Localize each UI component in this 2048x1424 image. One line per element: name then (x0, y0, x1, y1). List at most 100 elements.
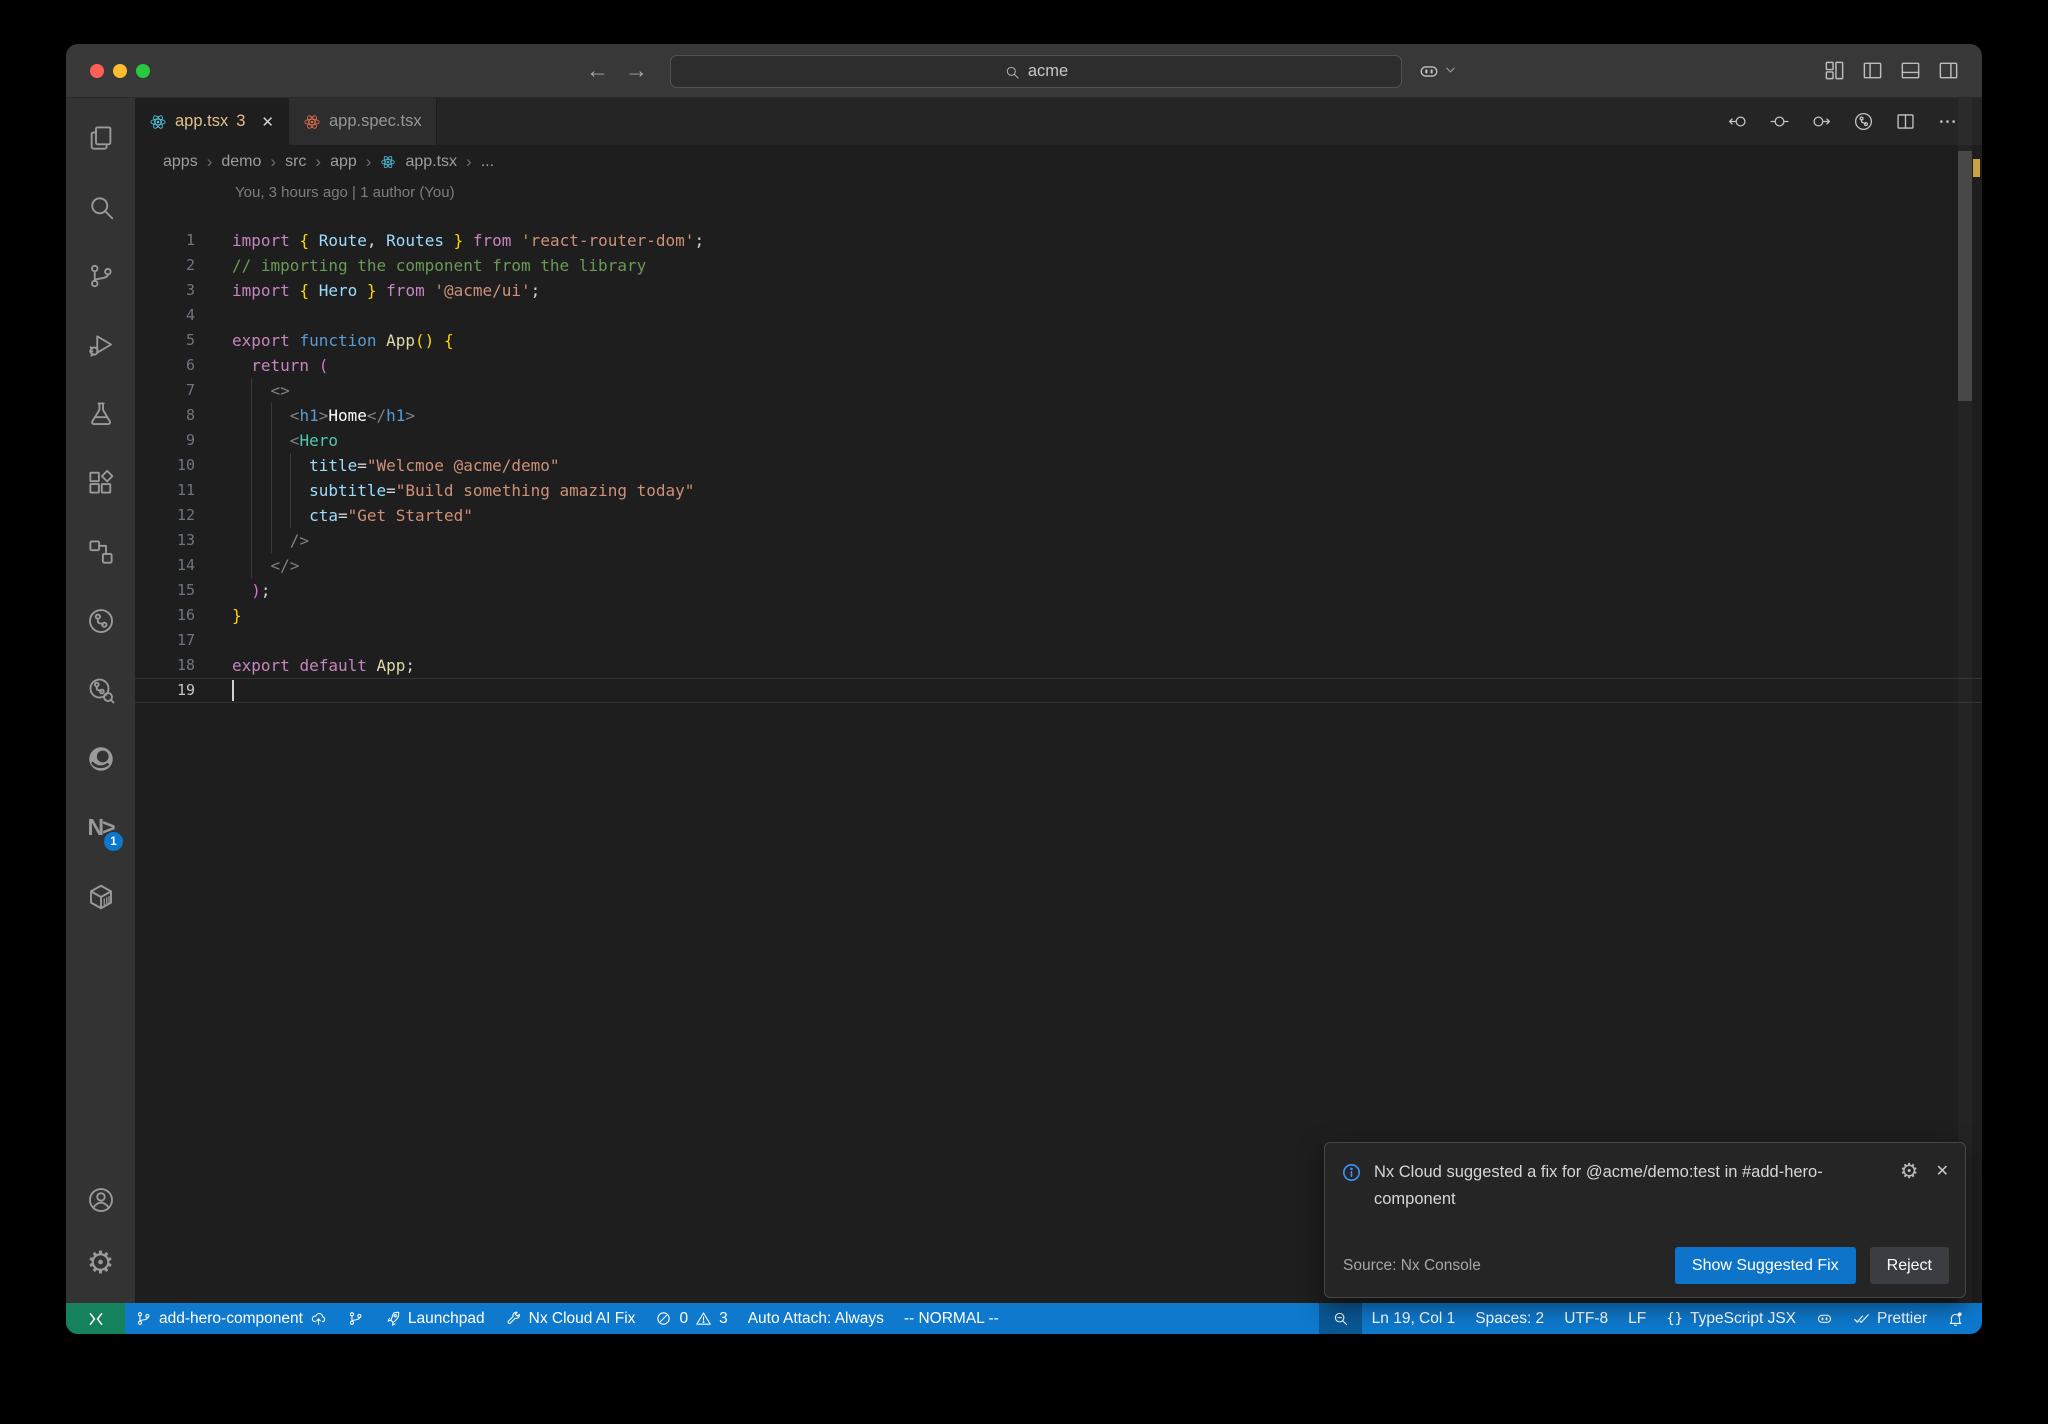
split-editor-icon[interactable] (1895, 111, 1916, 132)
toggle-secondary-sidebar-icon[interactable] (1937, 59, 1960, 82)
tab-app-tsx[interactable]: app.tsx 3 ✕ (135, 98, 289, 145)
code-line-14[interactable]: 14 </> (135, 553, 1982, 578)
line-number[interactable]: 16 (135, 603, 195, 628)
code-line-17[interactable]: 17 (135, 628, 1982, 653)
status-item-formatter[interactable]: Prettier (1843, 1303, 1937, 1334)
git-blame-annotation[interactable]: You, 3 hours ago | 1 author (You) (235, 184, 455, 201)
status-item-encoding[interactable]: UTF-8 (1554, 1303, 1618, 1334)
status-item-git-graph[interactable] (337, 1303, 374, 1334)
activity-bar-item-edge-devtools[interactable] (66, 724, 135, 793)
code-editor[interactable]: 1 import { Route, Routes } from 'react-ro… (135, 228, 1982, 703)
customize-layout-icon[interactable] (1823, 59, 1846, 82)
minimize-window-button[interactable] (113, 64, 127, 78)
status-item-problems[interactable]: 03 (645, 1303, 737, 1334)
breadcrumb-item[interactable]: src (285, 153, 306, 171)
tab-close-icon[interactable]: ✕ (261, 113, 274, 131)
status-item-notifications[interactable] (1937, 1303, 1974, 1334)
activity-bar-item-explorer[interactable] (66, 103, 135, 172)
next-change-icon[interactable] (1811, 111, 1832, 132)
activity-bar-item-commit-search[interactable] (66, 655, 135, 724)
tab-app-spec-tsx[interactable]: app.spec.tsx (288, 98, 437, 145)
reject-button[interactable]: Reject (1869, 1247, 1949, 1284)
code-line-15[interactable]: 15 ); (135, 578, 1982, 603)
line-number[interactable]: 13 (135, 528, 195, 553)
source-control-graph-icon[interactable] (1853, 111, 1874, 132)
line-number[interactable]: 4 (135, 303, 195, 328)
breadcrumb-item[interactable]: app (330, 153, 357, 171)
line-number[interactable]: 14 (135, 553, 195, 578)
breadcrumb-more[interactable]: ... (481, 153, 494, 171)
activity-bar-item-testing[interactable] (66, 379, 135, 448)
toggle-panel-icon[interactable] (1899, 59, 1922, 82)
previous-change-icon[interactable] (1727, 111, 1748, 132)
breadcrumb-item[interactable]: apps (163, 153, 198, 171)
code-line-18[interactable]: 18 export default App; (135, 653, 1982, 678)
line-number[interactable]: 15 (135, 578, 195, 603)
notification-close-icon[interactable]: ✕ (1936, 1161, 1949, 1181)
code-line-11[interactable]: 11 subtitle="Build something amazing tod… (135, 478, 1982, 503)
line-number[interactable]: 3 (135, 278, 195, 303)
status-item-copilot[interactable] (1806, 1303, 1843, 1334)
remote-indicator[interactable] (66, 1303, 125, 1334)
navigate-forward-icon[interactable]: → (625, 57, 648, 84)
line-number[interactable]: 2 (135, 253, 195, 278)
code-line-3[interactable]: 3 import { Hero } from '@acme/ui'; (135, 278, 1982, 303)
activity-bar-item-source-control[interactable] (66, 241, 135, 310)
activity-bar-item-run-and-debug[interactable] (66, 310, 135, 379)
notification-settings-gear-icon[interactable]: ⚙ (1900, 1161, 1919, 1182)
activity-bar-item-source-control-graph[interactable] (66, 586, 135, 655)
status-item-eol[interactable]: LF (1618, 1303, 1656, 1334)
status-item-cursor-position[interactable]: Ln 19, Col 1 (1362, 1303, 1466, 1334)
code-line-2[interactable]: 2 // importing the component from the lib… (135, 253, 1982, 278)
activity-bar-item-search[interactable] (66, 172, 135, 241)
code-line-16[interactable]: 16} (135, 603, 1982, 628)
show-suggested-fix-button[interactable]: Show Suggested Fix (1674, 1247, 1856, 1284)
copilot-menu[interactable] (1418, 44, 1456, 97)
line-number[interactable]: 17 (135, 628, 195, 653)
line-number[interactable]: 18 (135, 653, 195, 678)
code-line-19[interactable]: 19 (135, 678, 1982, 703)
activity-bar-item-nx-console[interactable]: N> 1 (66, 793, 135, 862)
code-line-7[interactable]: 7 <> (135, 378, 1982, 403)
status-item-launchpad[interactable]: Launchpad (374, 1303, 495, 1334)
status-item-zoom-level[interactable] (1318, 1303, 1362, 1334)
activity-bar-item-extensions[interactable] (66, 448, 135, 517)
command-center-search[interactable]: acme (670, 55, 1402, 88)
scrollbar-slider[interactable] (1958, 151, 1972, 401)
navigate-back-icon[interactable]: ← (586, 57, 609, 84)
line-number[interactable]: 19 (135, 678, 195, 703)
status-item-git-branch[interactable]: add-hero-component (125, 1303, 337, 1334)
maximize-window-button[interactable] (136, 64, 150, 78)
status-item-language-mode[interactable]: {} TypeScript JSX (1656, 1303, 1806, 1334)
line-number[interactable]: 5 (135, 328, 195, 353)
code-line-5[interactable]: 5 export function App() { (135, 328, 1982, 353)
activity-bar-item-project-hierarchy[interactable] (66, 517, 135, 586)
code-line-4[interactable]: 4 (135, 303, 1982, 328)
activity-bar-item-containers[interactable] (66, 862, 135, 931)
status-item-indentation[interactable]: Spaces: 2 (1465, 1303, 1554, 1334)
status-item-nx-cloud-ai-fix[interactable]: Nx Cloud AI Fix (495, 1303, 646, 1334)
code-line-8[interactable]: 8 <h1>Home</h1> (135, 403, 1982, 428)
code-line-13[interactable]: 13 /> (135, 528, 1982, 553)
line-number[interactable]: 6 (135, 353, 195, 378)
code-line-10[interactable]: 10 title="Welcmoe @acme/demo" (135, 453, 1982, 478)
toggle-primary-sidebar-icon[interactable] (1861, 59, 1884, 82)
open-change-icon[interactable] (1769, 111, 1790, 132)
status-item-vim-mode[interactable]: -- NORMAL -- (894, 1303, 1009, 1334)
line-number[interactable]: 10 (135, 453, 195, 478)
breadcrumb-file[interactable]: app.tsx (405, 153, 457, 171)
activity-bar-item-settings[interactable]: ⚙ (66, 1231, 135, 1293)
line-number[interactable]: 12 (135, 503, 195, 528)
status-item-auto-attach[interactable]: Auto Attach: Always (738, 1303, 894, 1334)
code-line-12[interactable]: 12 cta="Get Started" (135, 503, 1982, 528)
line-number[interactable]: 11 (135, 478, 195, 503)
more-actions-icon[interactable] (1937, 111, 1958, 132)
line-number[interactable]: 8 (135, 403, 195, 428)
code-line-9[interactable]: 9 <Hero (135, 428, 1982, 453)
line-number[interactable]: 1 (135, 228, 195, 253)
line-number[interactable]: 9 (135, 428, 195, 453)
close-window-button[interactable] (90, 64, 104, 78)
code-line-6[interactable]: 6 return ( (135, 353, 1982, 378)
activity-bar-item-accounts[interactable] (66, 1169, 135, 1231)
breadcrumb-item[interactable]: demo (221, 153, 261, 171)
